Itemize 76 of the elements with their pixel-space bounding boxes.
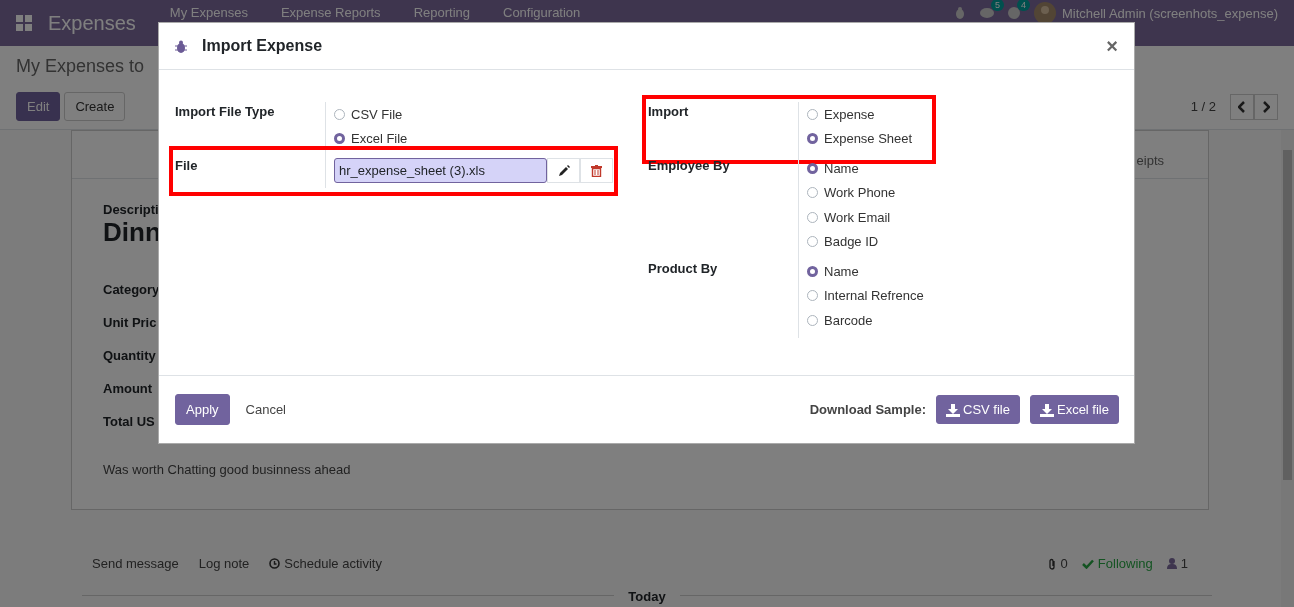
pencil-icon bbox=[557, 164, 570, 177]
radio-option[interactable]: Work Phone bbox=[807, 180, 930, 205]
radio-option[interactable]: Expense Sheet bbox=[807, 126, 930, 151]
download-icon bbox=[946, 402, 960, 417]
menu-item[interactable]: Expense Reports bbox=[280, 5, 381, 20]
radio-option[interactable]: CSV File bbox=[334, 102, 612, 127]
trash-icon bbox=[591, 164, 602, 177]
previous-button[interactable] bbox=[1230, 93, 1254, 120]
radio-option[interactable]: Barcode bbox=[807, 308, 930, 333]
radio-button[interactable] bbox=[807, 236, 818, 248]
field-label: Category bbox=[103, 282, 160, 297]
edit-button[interactable]: Edit bbox=[16, 92, 61, 121]
app-title: Expenses bbox=[48, 11, 136, 35]
close-button[interactable]: × bbox=[1106, 34, 1118, 58]
radio-option[interactable]: Badge ID bbox=[807, 229, 930, 254]
menu-item[interactable]: Reporting bbox=[413, 5, 470, 20]
field-label: Descripti bbox=[103, 202, 159, 217]
download-button[interactable]: Excel file bbox=[1029, 395, 1119, 424]
apply-button[interactable]: Apply bbox=[175, 394, 230, 425]
download-icon bbox=[1039, 402, 1054, 417]
notes-text: Was worth Chatting good businness ahead bbox=[103, 462, 351, 477]
apps-menu-icon bbox=[16, 15, 32, 31]
cancel-button[interactable]: Cancel bbox=[237, 396, 294, 423]
download-sample-label: Download Sample: bbox=[809, 402, 926, 417]
radio-button[interactable] bbox=[807, 187, 818, 199]
field-label: Quantity bbox=[103, 348, 156, 363]
radio-button[interactable] bbox=[334, 133, 345, 145]
scrollbar[interactable] bbox=[1281, 130, 1294, 607]
check-icon bbox=[1081, 558, 1094, 569]
radio-button[interactable] bbox=[807, 211, 818, 223]
chat-icon bbox=[979, 7, 994, 19]
tab[interactable]: eipts bbox=[1136, 153, 1164, 178]
dialog-title: Import Expense bbox=[202, 37, 323, 55]
message-count-badge: 5 bbox=[990, 0, 1004, 11]
chatter-link[interactable]: Send message bbox=[92, 556, 179, 571]
expense-title: Dinn bbox=[103, 217, 161, 248]
radio-button[interactable] bbox=[334, 108, 345, 120]
delete-file-button[interactable] bbox=[580, 158, 613, 183]
paperclip-icon bbox=[1047, 557, 1057, 570]
chatter-link[interactable]: Log note bbox=[198, 556, 250, 571]
radio-option[interactable]: Expense bbox=[807, 102, 930, 127]
file-name-field[interactable]: hr_expense_sheet (3).xls bbox=[334, 158, 547, 183]
edit-file-button[interactable] bbox=[547, 158, 580, 183]
chevron-right-icon bbox=[1262, 100, 1270, 113]
menu-item[interactable]: Configuration bbox=[503, 5, 581, 20]
field-label: Unit Pric bbox=[103, 315, 157, 330]
chevron-left-icon bbox=[1238, 100, 1246, 113]
radio-button[interactable] bbox=[807, 314, 818, 326]
radio-button[interactable] bbox=[807, 290, 818, 302]
radio-button[interactable] bbox=[807, 162, 818, 174]
field-label: Import bbox=[648, 103, 690, 121]
attachments-count[interactable]: 0 bbox=[1047, 556, 1068, 571]
menu-item[interactable]: My Expenses bbox=[169, 5, 248, 20]
radio-option[interactable]: Name bbox=[807, 259, 930, 284]
chatter-link[interactable]: Schedule activity bbox=[269, 556, 382, 571]
radio-option[interactable]: Name bbox=[807, 156, 930, 181]
pager-value: 1 / 2 bbox=[1190, 99, 1216, 114]
field-label: Import File Type bbox=[175, 103, 276, 121]
radio-option[interactable]: Work Email bbox=[807, 205, 930, 230]
field-label: Amount bbox=[103, 381, 153, 396]
followers-count[interactable]: 1 bbox=[1166, 556, 1188, 571]
user-name[interactable]: Mitchell Admin (screenhots_expense) bbox=[1061, 5, 1278, 21]
scrollbar-thumb[interactable] bbox=[1283, 150, 1292, 480]
create-button[interactable]: Create bbox=[64, 92, 126, 121]
field-label: Total US bbox=[103, 414, 155, 429]
field-label: File bbox=[175, 157, 199, 175]
download-button[interactable]: CSV file bbox=[936, 395, 1020, 424]
activity-count-badge: 4 bbox=[1016, 0, 1030, 11]
person-icon bbox=[1166, 558, 1177, 569]
field-label: Product By bbox=[648, 260, 719, 278]
radio-button[interactable] bbox=[807, 265, 818, 277]
next-button[interactable] bbox=[1254, 93, 1278, 120]
radio-option[interactable]: Internal Refrence bbox=[807, 283, 930, 308]
radio-button[interactable] bbox=[807, 133, 818, 145]
date-separator: Today bbox=[614, 589, 680, 604]
radio-button[interactable] bbox=[807, 108, 818, 120]
